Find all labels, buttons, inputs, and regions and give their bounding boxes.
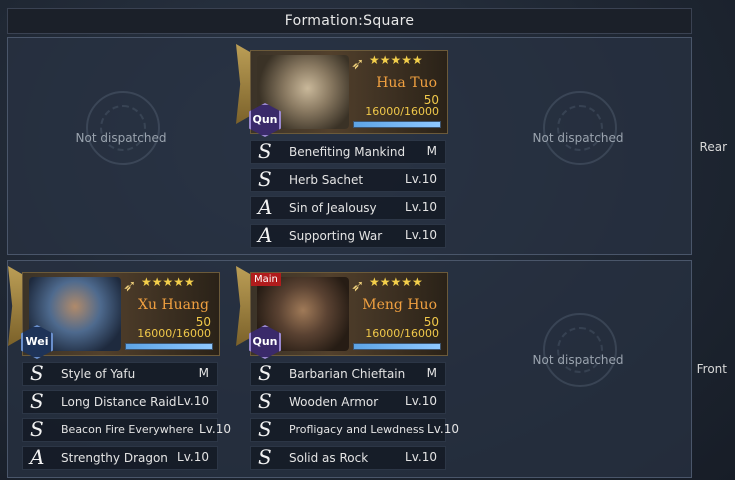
skill-row[interactable]: A Sin of Jealousy Lv.10 [250,195,446,220]
skill-row[interactable]: S Barbarian Chieftain M [250,361,446,386]
skill-grade: S [258,361,272,385]
empty-slot-text: Not dispatched [532,353,624,367]
skill-level: Lv.10 [405,172,437,186]
skill-name: Style of Yafu [61,367,136,381]
skill-row[interactable]: S Wooden Armor Lv.10 [250,389,446,414]
troop-bar [125,343,213,350]
general-portrait[interactable]: Main ➶ ★★★★★ Meng Huo 50 16000/16000 Qun [249,272,448,359]
general-name: Hua Tuo [376,75,437,91]
skill-level: Lv.10 [405,394,437,408]
skill-grade: S [30,361,44,385]
skill-row[interactable]: S Style of Yafu M [22,361,218,386]
skill-row[interactable]: S Herb Sachet Lv.10 [250,167,446,192]
skill-grade: A [258,223,273,247]
star-rating: ★★★★★ [141,275,195,289]
troop-count: 16000/16000 [137,327,211,340]
skill-grade: S [30,389,44,413]
front-row-label: Front [696,362,727,376]
skill-name: Solid as Rock [289,451,369,465]
skill-name: Beacon Fire Everywhere [61,423,194,436]
skill-level: Lv.10 [199,422,231,436]
skill-level: M [426,366,437,380]
star-rating: ★★★★★ [369,53,423,67]
skill-name: Barbarian Chieftain [289,367,406,381]
skill-name: Sin of Jealousy [289,201,377,215]
skill-grade: A [30,445,45,469]
wing-rank-icon: ➶ [123,276,137,295]
troop-count: 16000/16000 [365,105,439,118]
skill-list: S Barbarian Chieftain M S Wooden Armor Lv.10… [250,361,459,474]
troop-bar [353,343,441,350]
troop-bar-fill [354,344,440,349]
empty-slot-rear-right[interactable]: Not dispatched [508,91,648,165]
skill-name: Herb Sachet [289,173,364,187]
skill-grade: A [258,195,273,219]
skill-name: Wooden Armor [289,395,379,409]
skill-list: S Benefiting Mankind M S Herb Sachet Lv.10 A… [250,139,446,252]
empty-slot-text: Not dispatched [75,131,167,145]
skill-name: Strengthy Dragon [61,451,168,465]
empty-slot-rear-left[interactable]: Not dispatched [51,91,191,165]
skill-grade: S [258,445,272,469]
skill-level: Lv.10 [177,394,209,408]
formation-title: Formation:Square [7,8,692,34]
main-general-tag: Main [251,273,281,286]
general-portrait[interactable]: ➶ ★★★★★ Hua Tuo 50 16000/16000 Qun [249,50,448,137]
troop-bar-fill [354,122,440,127]
empty-slot-emblem-icon [543,313,617,387]
skill-level: Lv.10 [427,422,459,436]
skill-level: Lv.10 [177,450,209,464]
skill-row[interactable]: S Benefiting Mankind M [250,139,446,164]
general-name: Meng Huo [362,297,437,313]
skill-level: Lv.10 [405,200,437,214]
skill-grade: S [30,417,44,441]
empty-slot-front-right[interactable]: Not dispatched [508,313,648,387]
skill-list: S Style of Yafu M S Long Distance Raid Lv.10… [22,361,231,474]
troop-bar-fill [126,344,212,349]
skill-level: M [198,366,209,380]
empty-slot-text: Not dispatched [532,131,624,145]
skill-name: Long Distance Raid [61,395,177,409]
skill-level: Lv.10 [405,450,437,464]
skill-row[interactable]: S Solid as Rock Lv.10 [250,445,446,470]
empty-slot-emblem-icon [86,91,160,165]
wing-rank-icon: ➶ [351,276,365,295]
rear-row-label: Rear [699,140,727,154]
skill-row[interactable]: A Supporting War Lv.10 [250,223,446,248]
skill-row[interactable]: S Profligacy and Lewdness Lv.10 [250,417,459,442]
skill-row[interactable]: S Long Distance Raid Lv.10 [22,389,218,414]
star-rating: ★★★★★ [369,275,423,289]
skill-level: M [426,144,437,158]
skill-grade: S [258,417,272,441]
skill-grade: S [258,139,272,163]
skill-grade: S [258,167,272,191]
skill-grade: S [258,389,272,413]
skill-row[interactable]: S Beacon Fire Everywhere Lv.10 [22,417,231,442]
wing-rank-icon: ➶ [351,54,365,73]
skill-row[interactable]: A Strengthy Dragon Lv.10 [22,445,218,470]
general-portrait[interactable]: ➶ ★★★★★ Xu Huang 50 16000/16000 Wei [21,272,220,359]
skill-name: Profligacy and Lewdness [289,423,425,436]
general-name: Xu Huang [138,297,209,313]
skill-level: Lv.10 [405,228,437,242]
empty-slot-emblem-icon [543,91,617,165]
troop-count: 16000/16000 [365,327,439,340]
skill-name: Supporting War [289,229,383,243]
troop-bar [353,121,441,128]
skill-name: Benefiting Mankind [289,145,406,159]
